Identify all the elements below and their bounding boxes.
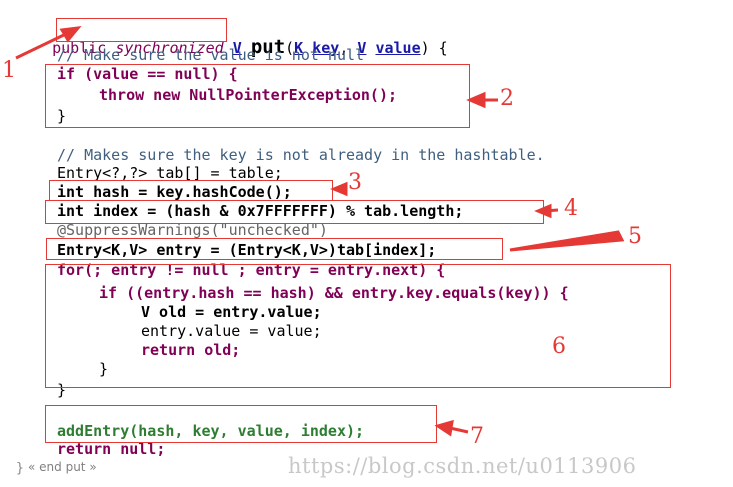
watermark-text: https://blog.csdn.net/u0113906 bbox=[288, 454, 637, 478]
arrow-1-head bbox=[59, 26, 82, 43]
marker-7: 7 bbox=[470, 424, 484, 449]
marker-2: 2 bbox=[500, 86, 514, 111]
marker-6: 6 bbox=[552, 334, 566, 359]
arrow-7-shaft bbox=[449, 426, 469, 434]
marker-1: 1 bbox=[2, 58, 16, 83]
arrow-7-head bbox=[434, 419, 454, 437]
arrow-4-head bbox=[534, 203, 552, 219]
arrow-2-head bbox=[466, 91, 486, 109]
marker-5: 5 bbox=[628, 224, 642, 249]
marker-3: 3 bbox=[348, 170, 362, 195]
annotation-arrows bbox=[15, 26, 625, 437]
marker-4: 4 bbox=[564, 196, 578, 221]
arrow-3-head bbox=[330, 181, 348, 197]
arrow-1-shaft bbox=[15, 30, 71, 60]
arrow-5-head bbox=[509, 230, 625, 252]
